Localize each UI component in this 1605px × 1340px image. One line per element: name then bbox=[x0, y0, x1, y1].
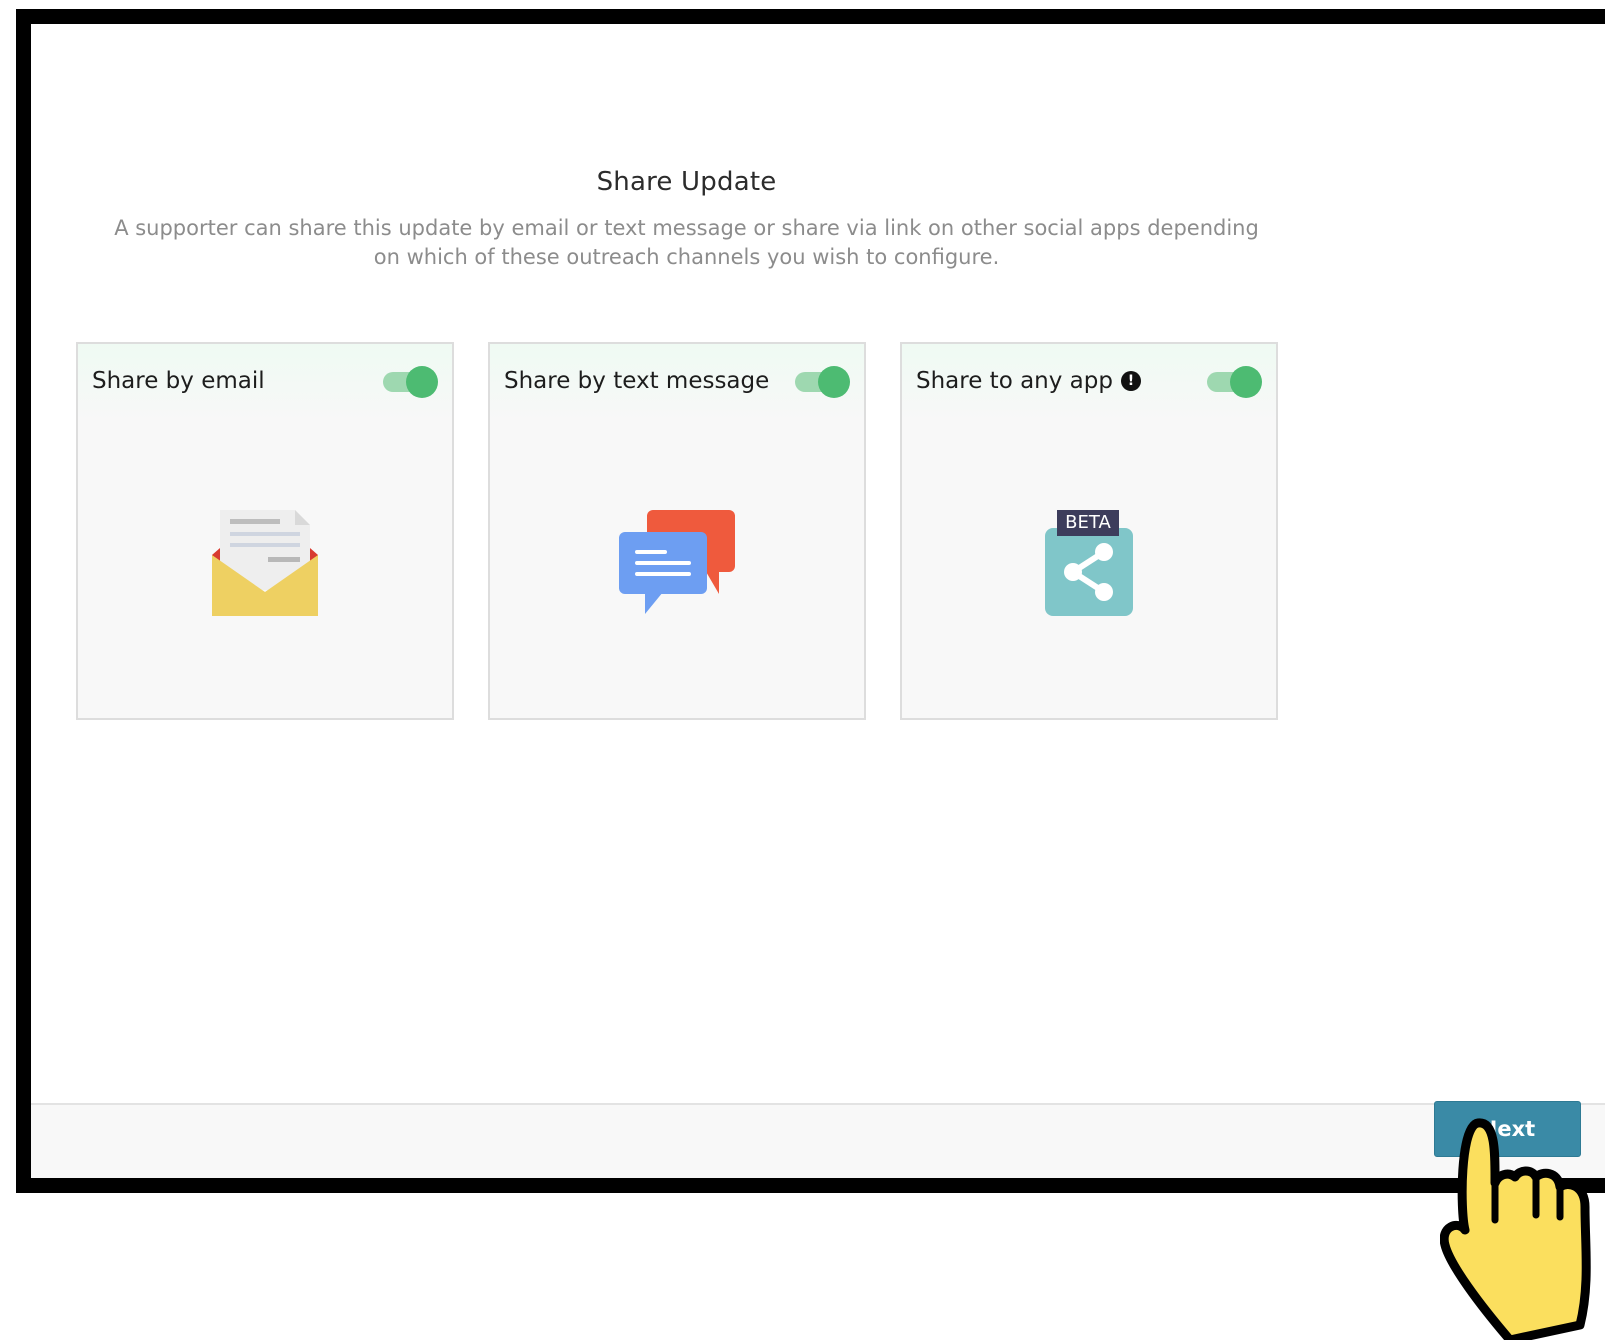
share-illustration: BETA bbox=[1044, 510, 1134, 620]
card-label: Share by text message bbox=[504, 368, 769, 394]
share-to-any-app-label: Share to any app bbox=[916, 368, 1113, 394]
info-icon[interactable]: ! bbox=[1120, 371, 1141, 391]
share-to-any-app-card[interactable]: Share to any app ! BETA bbox=[900, 342, 1278, 720]
card-label: Share by email bbox=[92, 368, 265, 394]
share-by-text-card[interactable]: Share by text message bbox=[488, 342, 866, 720]
card-header: Share to any app ! bbox=[902, 344, 1276, 422]
dialog-footer bbox=[31, 1103, 1605, 1178]
beta-badge: BETA bbox=[1057, 510, 1119, 536]
card-label: Share to any app ! bbox=[916, 368, 1141, 394]
share-by-email-toggle[interactable] bbox=[383, 366, 438, 398]
open-envelope-icon bbox=[212, 510, 318, 616]
share-by-text-label: Share by text message bbox=[504, 368, 770, 394]
card-header: Share by text message bbox=[490, 344, 864, 422]
toggle-knob bbox=[818, 366, 850, 398]
dialog-title: Share Update bbox=[596, 167, 777, 197]
toggle-knob bbox=[1230, 366, 1262, 398]
dialog-description: A supporter can share this update by ema… bbox=[114, 216, 1259, 269]
share-by-email-label: Share by email bbox=[92, 368, 265, 394]
pointing-hand-cursor bbox=[1440, 1118, 1591, 1340]
share-to-any-app-toggle[interactable] bbox=[1207, 366, 1262, 398]
chat-bubbles-icon bbox=[619, 510, 735, 614]
toggle-knob bbox=[406, 366, 438, 398]
share-by-email-card[interactable]: Share by email bbox=[76, 342, 454, 720]
card-header: Share by email bbox=[78, 344, 452, 422]
share-by-text-toggle[interactable] bbox=[795, 366, 850, 398]
screen-frame: Share Update A supporter can share this … bbox=[16, 9, 1605, 1193]
